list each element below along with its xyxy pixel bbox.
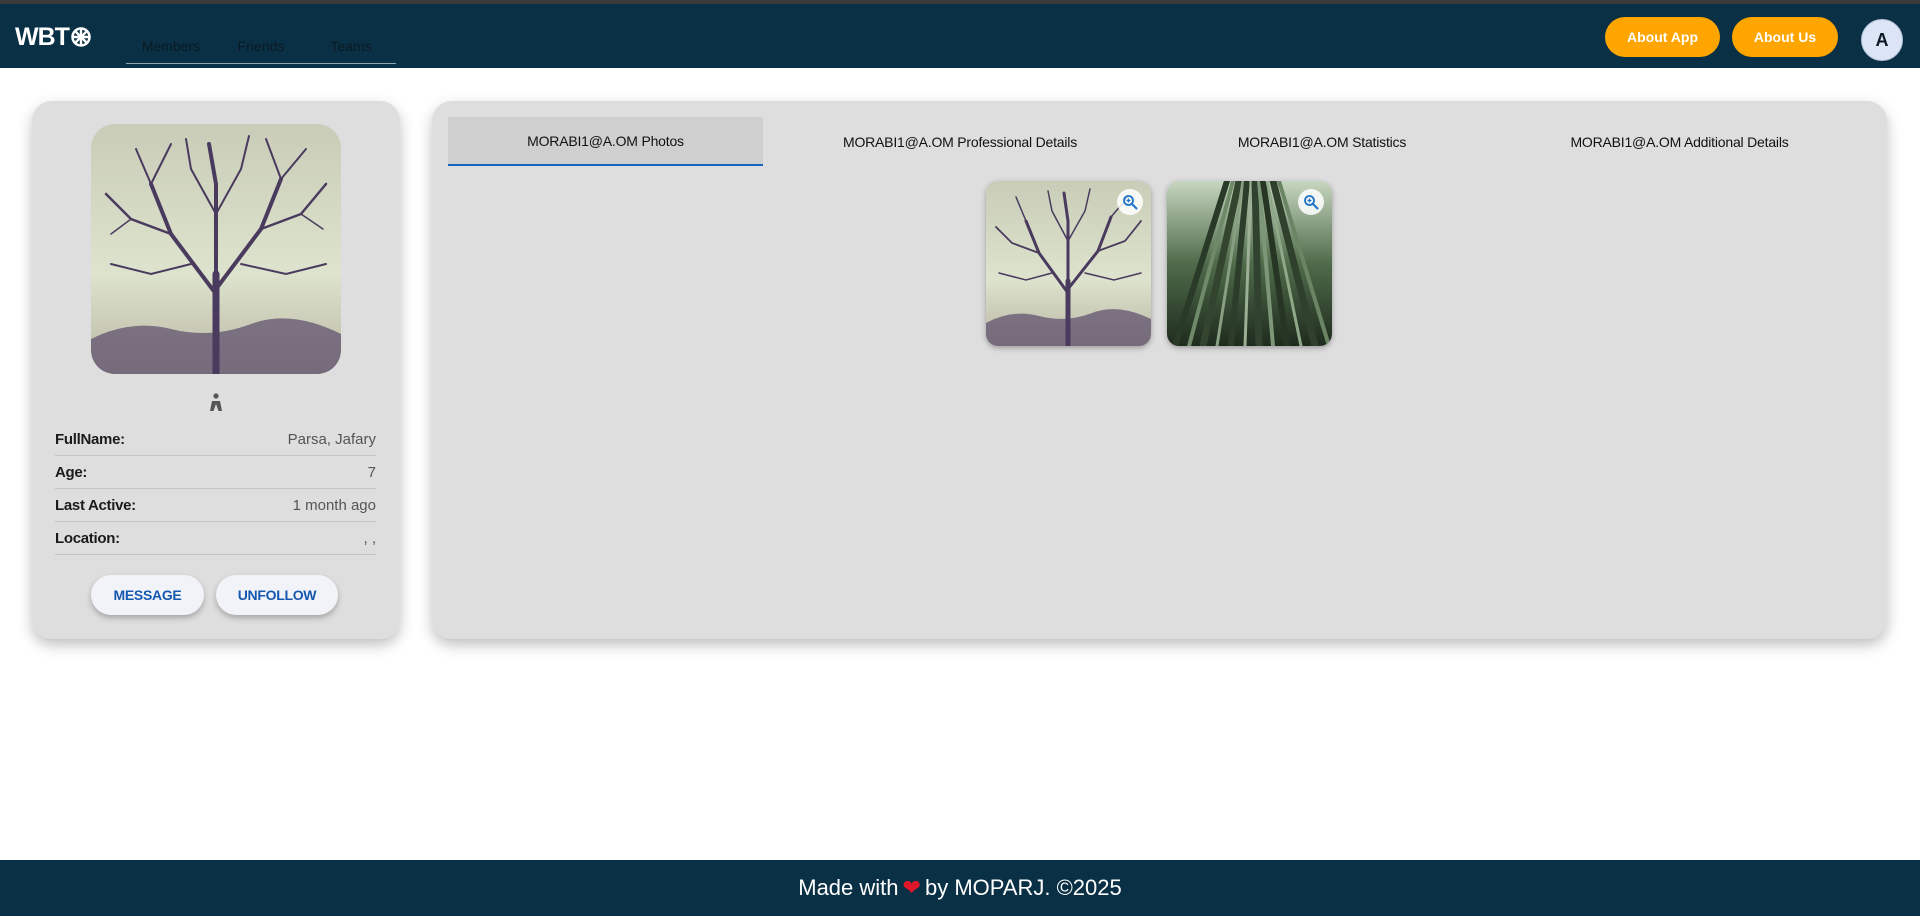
heart-icon: ❤ [902, 875, 921, 900]
info-row-last-active: Last Active: 1 month ago [55, 489, 376, 522]
info-row-location: Location: , , [55, 522, 376, 555]
photo-thumbnail[interactable] [1167, 181, 1332, 346]
about-app-button[interactable]: About App [1605, 17, 1720, 57]
tab-photos[interactable]: MORABI1@A.OM Photos [448, 117, 763, 166]
page-footer: Made with ❤ by MOPARJ. ©2025 [0, 860, 1920, 916]
info-row-fullname: FullName: Parsa, Jafary [55, 423, 376, 456]
about-us-button[interactable]: About Us [1732, 17, 1838, 57]
age-label: Age: [55, 463, 88, 481]
info-row-age: Age: 7 [55, 456, 376, 489]
logo-text: WBT [15, 22, 70, 51]
nav-tab-members[interactable]: Members [126, 26, 216, 63]
location-value: , , [363, 529, 376, 547]
person-icon [210, 393, 222, 411]
tab-statistics[interactable]: MORABI1@A.OM Statistics [1157, 117, 1487, 166]
fullname-value: Parsa, Jafary [287, 430, 376, 448]
profile-photo [91, 124, 341, 374]
details-tabs: MORABI1@A.OM Photos MORABI1@A.OM Profess… [448, 117, 1872, 166]
app-logo[interactable]: WBT [15, 22, 91, 52]
zoom-in-icon[interactable] [1298, 189, 1324, 215]
top-navbar: WBT Members Friends Teams About App Abou… [0, 4, 1920, 68]
user-avatar-button[interactable]: A [1861, 19, 1903, 61]
last-active-label: Last Active: [55, 496, 136, 514]
footer-text-before: Made with [798, 875, 899, 900]
unfollow-button[interactable]: UNFOLLOW [216, 575, 338, 615]
last-active-value: 1 month ago [292, 496, 376, 514]
asterisk-wheel-icon [71, 27, 91, 47]
member-details-card: MORABI1@A.OM Photos MORABI1@A.OM Profess… [432, 101, 1887, 639]
profile-card: FullName: Parsa, Jafary Age: 7 Last Acti… [32, 101, 400, 639]
tab-additional-details[interactable]: MORABI1@A.OM Additional Details [1487, 117, 1872, 166]
main-nav-tabs: Members Friends Teams [126, 26, 396, 64]
photo-thumbnail[interactable] [986, 181, 1151, 346]
nav-tab-teams[interactable]: Teams [306, 26, 396, 63]
tab-professional-details[interactable]: MORABI1@A.OM Professional Details [763, 117, 1157, 166]
nav-tab-friends[interactable]: Friends [216, 26, 306, 63]
fullname-label: FullName: [55, 430, 125, 448]
bare-tree-image [91, 124, 341, 374]
profile-actions: MESSAGE UNFOLLOW [91, 575, 338, 615]
zoom-in-icon[interactable] [1117, 189, 1143, 215]
profile-info-list: FullName: Parsa, Jafary Age: 7 Last Acti… [55, 423, 376, 555]
location-label: Location: [55, 529, 120, 547]
footer-text-after: by MOPARJ. ©2025 [924, 875, 1122, 900]
age-value: 7 [367, 463, 376, 481]
message-button[interactable]: MESSAGE [91, 575, 204, 615]
